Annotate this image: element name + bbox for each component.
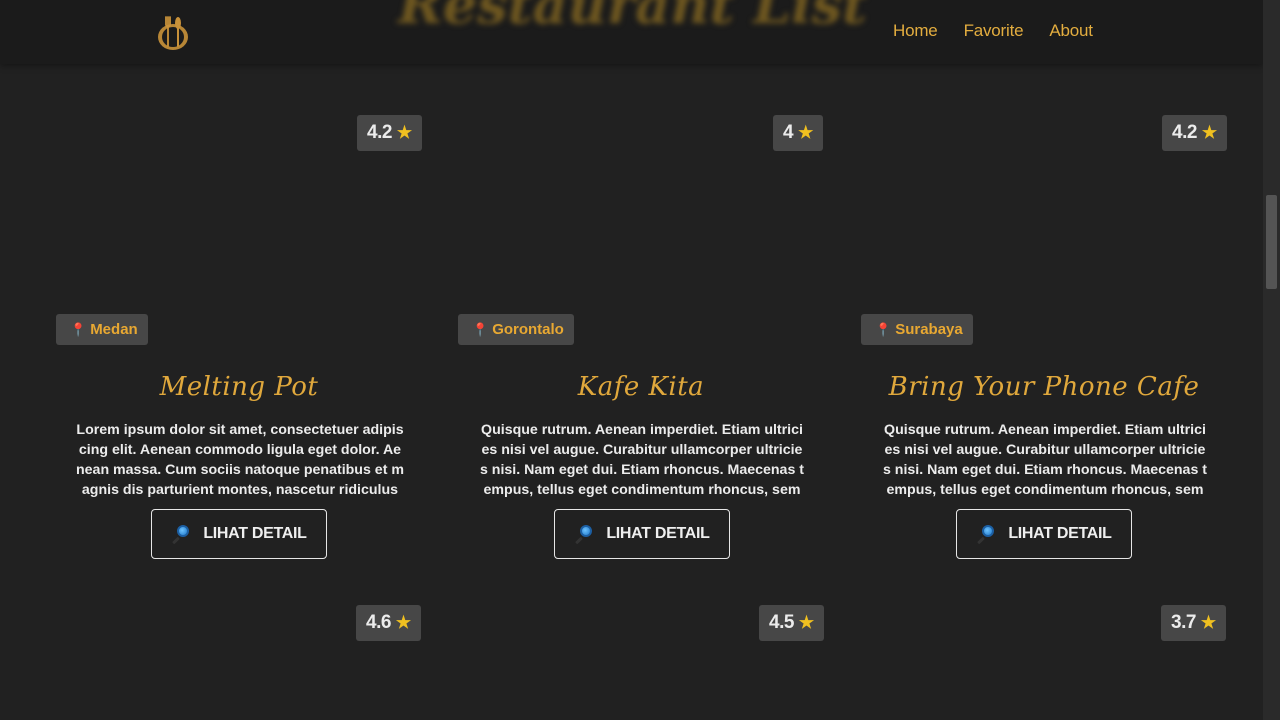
rating-badge: 4 ★ [773,115,823,151]
restaurant-name: Melting Pot [159,372,319,402]
city-name: Medan [90,321,138,338]
detail-button-label: LIHAT DETAIL [203,525,307,542]
rating-value: 4 [783,122,794,143]
rating-value: 4.6 [366,612,391,633]
main-nav: Home Favorite About [893,21,1119,41]
map-pin-icon: 📍 [70,321,87,337]
city-badge: 📍 Surabaya [861,314,973,345]
star-icon: ★ [1201,123,1217,142]
map-pin-icon: 📍 [472,321,489,337]
city-badge: 📍 Gorontalo [458,314,574,345]
navbar: Restaurant List Home Favorite About [0,0,1263,64]
nav-home[interactable]: Home [893,21,938,41]
nav-favorite[interactable]: Favorite [964,21,1024,41]
detail-button[interactable]: LIHAT DETAIL [151,509,327,559]
magnifier-icon [574,525,593,545]
detail-button[interactable]: LIHAT DETAIL [554,509,730,559]
city-name: Gorontalo [492,321,564,338]
rating-value: 4.2 [367,122,392,143]
magnifier-icon [976,525,995,545]
nav-about[interactable]: About [1049,21,1093,41]
restaurant-name: Bring Your Phone Cafe [888,372,1200,402]
page: Restaurant List Home Favorite About 4.2 … [0,0,1263,720]
fork-spoon-logo[interactable] [154,13,192,51]
restaurant-description: Lorem ipsum dolor sit amet, consectetuer… [76,422,404,498]
star-icon: ★ [1200,613,1216,632]
scrollbar-thumb[interactable] [1266,195,1277,289]
rating-badge: 4.2 ★ [357,115,422,151]
restaurant-name: Kafe Kita [577,372,705,402]
restaurant-description: Quisque rutrum. Aenean imperdiet. Etiam … [479,422,805,498]
rating-badge: 3.7 ★ [1161,605,1226,641]
city-badge: 📍 Medan [56,314,148,345]
rating-badge: 4.6 ★ [356,605,421,641]
detail-button-label: LIHAT DETAIL [1008,525,1112,542]
rating-badge: 4.5 ★ [759,605,824,641]
rating-value: 3.7 [1171,612,1196,633]
hero-title: Restaurant List [398,0,868,36]
star-icon: ★ [395,613,411,632]
star-icon: ★ [396,123,412,142]
rating-value: 4.5 [769,612,794,633]
star-icon: ★ [798,123,813,142]
rating-badge: 4.2 ★ [1162,115,1227,151]
detail-button[interactable]: LIHAT DETAIL [956,509,1132,559]
city-name: Surabaya [895,321,963,338]
rating-value: 4.2 [1172,122,1197,143]
map-pin-icon: 📍 [875,321,892,337]
scrollbar-track[interactable] [1263,0,1280,720]
star-icon: ★ [798,613,814,632]
detail-button-label: LIHAT DETAIL [606,525,710,542]
restaurant-description: Quisque rutrum. Aenean imperdiet. Etiam … [882,422,1208,498]
magnifier-icon [171,525,190,545]
